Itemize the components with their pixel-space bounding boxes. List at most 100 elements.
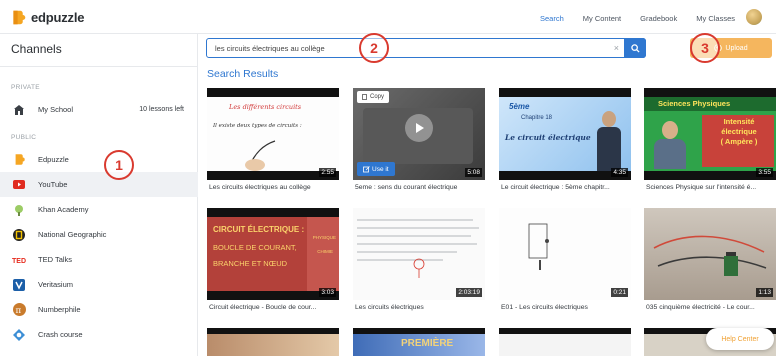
sidebar-item-label: Edpuzzle bbox=[38, 155, 69, 164]
sidebar-item-veritasium[interactable]: Veritasium bbox=[0, 272, 198, 297]
video-card[interactable]: 2:03:19 Les circuits électriques bbox=[353, 208, 485, 332]
thumb-line: électrique bbox=[721, 127, 757, 136]
sidebar-item-edpuzzle[interactable]: Edpuzzle bbox=[0, 147, 198, 172]
document-lines-icon bbox=[357, 219, 479, 278]
video-title[interactable]: Le circuit électrique : 5ème chapitr... bbox=[499, 181, 631, 195]
video-thumbnail[interactable] bbox=[207, 328, 339, 356]
sidebar-item-label: TED Talks bbox=[38, 255, 73, 264]
video-thumbnail[interactable]: PREMIÈRE bbox=[353, 328, 485, 356]
sidebar-item-ted-talks[interactable]: TED TED Talks bbox=[0, 247, 198, 272]
copy-button[interactable]: Copy bbox=[357, 91, 390, 103]
video-thumbnail[interactable] bbox=[499, 328, 631, 356]
section-private: PRIVATE bbox=[11, 84, 40, 91]
thumb-title: Le circuit électrique bbox=[505, 133, 591, 142]
thumb-line: BRANCHE ET NŒUD bbox=[213, 259, 288, 268]
sidebar-item-youtube[interactable]: YouTube bbox=[0, 172, 198, 197]
sidebar-item-label: My School bbox=[38, 105, 74, 114]
video-duration: 3:03 bbox=[319, 288, 336, 297]
thumb-text: Il existe deux types de circuits : bbox=[213, 123, 302, 129]
video-thumbnail[interactable]: 2:03:19 bbox=[353, 208, 485, 300]
crash-course-icon bbox=[12, 328, 26, 342]
veritasium-icon bbox=[12, 278, 26, 292]
sidebar-item-numberphile[interactable]: π Numberphile bbox=[0, 297, 198, 322]
app-name: edpuzzle bbox=[31, 10, 85, 25]
sidebar-item-national-geographic[interactable]: National Geographic bbox=[0, 222, 198, 247]
lessons-left-count: 10 lessons left bbox=[139, 106, 184, 113]
edpuzzle-logo[interactable]: edpuzzle bbox=[10, 9, 84, 26]
hand-drawing-icon bbox=[245, 140, 276, 171]
sidebar-item-crash-course[interactable]: Crash course bbox=[0, 322, 198, 347]
video-thumbnail[interactable]: Copy Use it 5:08 bbox=[353, 88, 485, 180]
thumb-line: Intensité bbox=[723, 117, 755, 126]
video-title[interactable]: Circuit électrique - Boucle de cour... bbox=[207, 301, 339, 315]
sidebar-item-label: National Geographic bbox=[38, 230, 107, 239]
video-thumbnail[interactable]: 1:13 bbox=[644, 208, 776, 300]
khan-academy-icon bbox=[12, 203, 26, 217]
upload-label: Upload bbox=[725, 44, 748, 52]
video-thumbnail[interactable]: Les différents circuits Il existe deux t… bbox=[207, 88, 339, 180]
video-card[interactable]: 1:13 035 cinquième électricité - Le cour… bbox=[644, 208, 776, 332]
video-duration: 0:21 bbox=[611, 288, 628, 297]
teacher-photo bbox=[597, 109, 621, 171]
svg-text:π: π bbox=[15, 306, 21, 316]
edit-icon bbox=[363, 165, 370, 172]
help-center-button[interactable]: Help Center bbox=[706, 328, 774, 350]
video-duration: 2:03:19 bbox=[456, 288, 482, 297]
video-title[interactable]: 035 cinquième électricité - Le cour... bbox=[644, 301, 776, 315]
search-query[interactable]: les circuits électriques au collège bbox=[215, 44, 325, 53]
video-card[interactable]: CIRCUIT ÉLECTRIQUE : BOUCLE DE COURANT, … bbox=[207, 208, 339, 332]
battery-circuit-icon bbox=[653, 235, 767, 276]
use-it-button[interactable]: Use it bbox=[357, 162, 395, 176]
video-title[interactable]: 5eme : sens du courant électrique bbox=[353, 181, 485, 195]
nav-my-classes[interactable]: My Classes bbox=[696, 14, 735, 23]
search-button[interactable] bbox=[624, 38, 646, 58]
thumb-line: BOUCLE DE COURANT, bbox=[213, 243, 297, 252]
video-card[interactable]: 0:21 E01 - Les circuits électriques bbox=[499, 208, 631, 332]
sidebar-item-label: Veritasium bbox=[38, 280, 74, 289]
video-thumbnail[interactable]: Sciences Physiques Intensité électrique … bbox=[644, 88, 776, 180]
nav-my-content[interactable]: My Content bbox=[583, 14, 621, 23]
nav-gradebook[interactable]: Gradebook bbox=[640, 14, 677, 23]
sidebar-item-label: Khan Academy bbox=[38, 205, 89, 214]
thumb-subtitle: Intensité électrique ( Ampère ) bbox=[708, 117, 770, 147]
annotation-marker-1: 1 bbox=[104, 150, 134, 180]
video-title[interactable]: Sciences Physique sur l'intensité é... bbox=[644, 181, 776, 195]
top-bar: edpuzzle Search My Content Gradebook My … bbox=[0, 0, 776, 34]
video-title[interactable]: Les circuits électriques au collège bbox=[207, 181, 339, 195]
search-input[interactable]: les circuits électriques au collège × bbox=[206, 38, 646, 58]
ted-icon: TED bbox=[12, 253, 26, 267]
sidebar-item-label: Crash course bbox=[38, 330, 83, 339]
video-title[interactable]: E01 - Les circuits électriques bbox=[499, 301, 631, 315]
video-duration: 1:13 bbox=[756, 288, 773, 297]
use-it-label: Use it bbox=[372, 165, 389, 173]
video-thumbnail[interactable]: 5ème Chapitre 18 Le circuit électrique 4… bbox=[499, 88, 631, 180]
circuit-diagram-icon bbox=[528, 223, 549, 270]
sidebar-item-khan-academy[interactable]: Khan Academy bbox=[0, 197, 198, 222]
avatar[interactable] bbox=[746, 9, 762, 25]
annotation-marker-2: 2 bbox=[359, 33, 389, 63]
nav-search[interactable]: Search bbox=[540, 14, 564, 23]
sidebar-item-label: Numberphile bbox=[38, 305, 81, 314]
sidebar-item-my-school[interactable]: My School 10 lessons left bbox=[0, 97, 198, 122]
thumb-title: Les différents circuits bbox=[229, 103, 302, 111]
teacher-photo bbox=[652, 121, 688, 169]
play-icon[interactable] bbox=[405, 114, 433, 142]
video-card[interactable]: Copy Use it 5:08 5eme : sens du courant … bbox=[353, 88, 485, 212]
clear-search-icon[interactable]: × bbox=[614, 43, 619, 53]
edpuzzle-icon bbox=[12, 153, 26, 167]
sidebar-divider bbox=[0, 66, 198, 67]
search-results-title: Search Results bbox=[207, 68, 279, 80]
video-title[interactable]: Les circuits électriques bbox=[353, 301, 485, 315]
video-thumbnail[interactable]: 0:21 bbox=[499, 208, 631, 300]
copy-label: Copy bbox=[370, 94, 385, 100]
video-card[interactable]: Sciences Physiques Intensité électrique … bbox=[644, 88, 776, 212]
video-card[interactable]: Les différents circuits Il existe deux t… bbox=[207, 88, 339, 212]
edpuzzle-logo-icon bbox=[13, 10, 26, 25]
thumb-grade: 5ème bbox=[509, 102, 530, 111]
video-thumbnail[interactable]: CIRCUIT ÉLECTRIQUE : BOUCLE DE COURANT, … bbox=[207, 208, 339, 300]
thumb-tag: CHIMIE bbox=[317, 249, 333, 254]
video-card[interactable]: 5ème Chapitre 18 Le circuit électrique 4… bbox=[499, 88, 631, 212]
thumb-title: Sciences Physiques bbox=[658, 99, 731, 108]
youtube-icon bbox=[12, 178, 26, 192]
thumb-line: ( Ampère ) bbox=[720, 137, 758, 146]
